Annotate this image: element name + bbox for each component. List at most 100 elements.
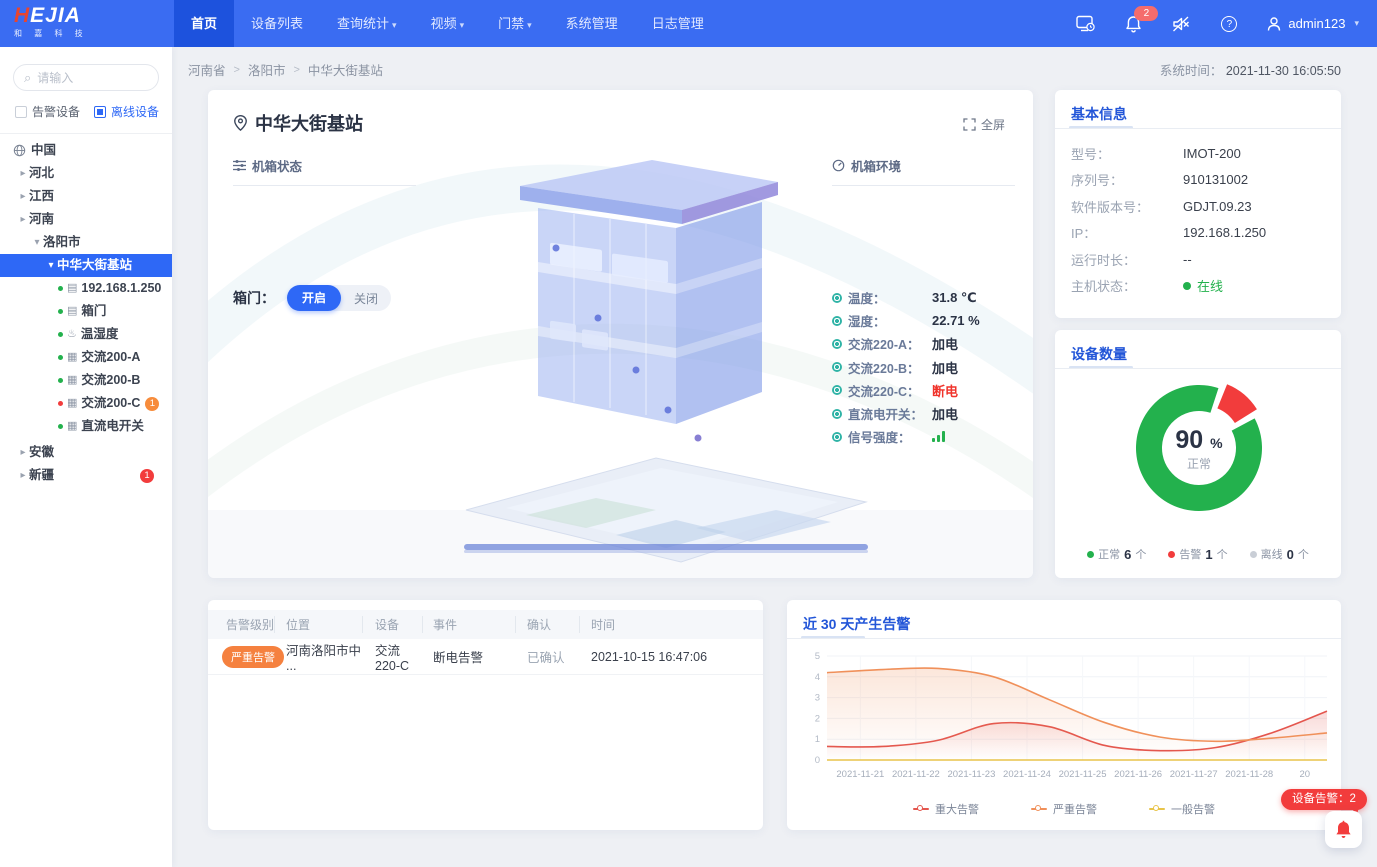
info-row-host-status: 主机状态：在线 xyxy=(1071,273,1325,300)
status-dot-alarm xyxy=(58,401,63,406)
svg-text:2021-11-25: 2021-11-25 xyxy=(1059,769,1107,780)
user-menu[interactable]: admin123 ▾ xyxy=(1266,16,1359,32)
breadcrumb-station[interactable]: 中华大街基站 xyxy=(308,60,383,79)
device-count-title: 设备数量 xyxy=(1071,344,1127,364)
thermometer-icon: ♨ xyxy=(67,323,77,346)
divider xyxy=(233,185,416,186)
menu-item-device-list[interactable]: 设备列表 xyxy=(234,0,320,47)
tree-node-ac200-a[interactable]: ▦交流200-A xyxy=(0,346,172,369)
station-title: 中华大街基站 xyxy=(255,110,363,136)
svg-text:2021-11-28: 2021-11-28 xyxy=(1225,769,1273,780)
env-row-ac220-a: 交流220-A：加电 xyxy=(832,332,1022,355)
line-chart-legend: 重大告警 严重告警 一般告警 xyxy=(787,801,1341,817)
tree-node-temp-humidity[interactable]: ♨温湿度 xyxy=(0,323,172,346)
menu-item-access[interactable]: 门禁▾ xyxy=(481,0,549,47)
username: admin123 xyxy=(1288,16,1345,31)
col-level: 告警级别 xyxy=(208,616,274,633)
tree-node-station-selected[interactable]: ▾中华大街基站 xyxy=(0,254,172,277)
device-count-card: 设备数量 90 % 正常 正常6个 告警1个 离线0个 xyxy=(1055,330,1341,578)
sidebar-search[interactable]: ⌕ xyxy=(13,64,159,91)
door-control-row: 箱门： 开启 关闭 xyxy=(233,285,391,311)
breadcrumb-separator: > xyxy=(293,64,299,76)
chevron-right-icon: ▸ xyxy=(17,441,29,464)
svg-text:0: 0 xyxy=(815,755,820,766)
legend-offline: 离线0个 xyxy=(1250,546,1309,562)
alarm-table-header: 告警级别 位置 设备 事件 确认 时间 xyxy=(208,610,763,639)
checkbox-unchecked[interactable] xyxy=(15,106,27,118)
legend-general-alarm[interactable]: 一般告警 xyxy=(1149,801,1215,817)
tree-node-xinjiang[interactable]: ▸新疆1 xyxy=(0,464,172,487)
main-menu: 首页 设备列表 查询统计▾ 视频▾ 门禁▾ 系统管理 日志管理 xyxy=(174,0,721,47)
tree-node-jiangxi[interactable]: ▸江西 xyxy=(0,185,172,208)
tree-node-henan[interactable]: ▸河南 xyxy=(0,208,172,231)
checkbox-checked[interactable] xyxy=(94,106,106,118)
breadcrumb-city[interactable]: 洛阳市 xyxy=(248,60,286,79)
tree-node-dc-switch[interactable]: ▦直流电开关 xyxy=(0,415,172,438)
monitor-icon[interactable] xyxy=(1074,13,1096,35)
bullet-icon xyxy=(832,409,842,419)
mute-icon[interactable] xyxy=(1170,13,1192,35)
tree-node-ac200-b[interactable]: ▦交流200-B xyxy=(0,369,172,392)
door-toggle[interactable]: 开启 关闭 xyxy=(287,285,391,311)
tree-node-china[interactable]: 中国 xyxy=(0,139,172,162)
tree-node-ac200-c[interactable]: ▦交流200-C1 xyxy=(0,392,172,415)
station-overview-card: 中华大街基站 全屏 机箱状态 箱门： 开启 关闭 机箱环境 温度：31.8 ℃ … xyxy=(208,90,1033,578)
chevron-down-icon: ▾ xyxy=(392,20,397,30)
menu-item-logs[interactable]: 日志管理 xyxy=(635,0,721,47)
divider xyxy=(787,638,1341,639)
device-tree-sidebar: ⌕ 告警设备 离线设备 中国 ▸河北 ▸江西 ▸河南 ▾洛阳市 ▾中华大街基站 xyxy=(0,47,172,867)
cell-event: 断电告警 xyxy=(422,647,515,666)
legend-dot xyxy=(1250,551,1257,558)
chevron-right-icon: ▸ xyxy=(17,464,29,487)
filter-offline-devices[interactable]: 离线设备 xyxy=(94,103,159,120)
alarm-chart-card: 近 30 天产生告警 0123452021-11-212021-11-22202… xyxy=(787,600,1341,830)
alarm-count-badge: 1 xyxy=(145,397,159,411)
tree-node-host-ip[interactable]: ▤192.168.1.250 xyxy=(0,277,172,300)
svg-text:2021-11-22: 2021-11-22 xyxy=(892,769,940,780)
status-dot-online xyxy=(58,332,63,337)
tree-node-luoyang[interactable]: ▾洛阳市 xyxy=(0,231,172,254)
menu-item-video[interactable]: 视频▾ xyxy=(414,0,482,47)
chevron-down-icon: ▸ xyxy=(17,208,29,231)
env-row-dc-switch: 直流电开关：加电 xyxy=(832,402,1022,425)
dashboard-page: HEJIA 和 嘉 科 技 首页 设备列表 查询统计▾ 视频▾ 门禁▾ 系统管理… xyxy=(0,0,1377,867)
env-row-ac220-b: 交流220-B：加电 xyxy=(832,356,1022,379)
help-icon[interactable]: ? xyxy=(1218,13,1240,35)
alarm-count-badge: 1 xyxy=(140,469,154,483)
door-label: 箱门： xyxy=(233,288,275,308)
toggle-off-option[interactable]: 关闭 xyxy=(341,290,391,307)
notification-badge: 2 xyxy=(1134,6,1158,21)
breadcrumb-province[interactable]: 河南省 xyxy=(188,60,226,79)
tree-node-door[interactable]: ▤箱门 xyxy=(0,300,172,323)
menu-item-system[interactable]: 系统管理 xyxy=(549,0,635,47)
filter-alarm-devices[interactable]: 告警设备 xyxy=(15,103,80,120)
env-row-signal: 信号强度： xyxy=(832,425,1022,448)
meter-icon: ▦ xyxy=(67,346,77,369)
cell-device: 交流 220-C xyxy=(362,640,422,673)
alarm-table-row[interactable]: 严重告警 河南洛阳市中 ... 交流 220-C 断电告警 已确认 2021-1… xyxy=(208,639,763,675)
menu-item-query-stats[interactable]: 查询统计▾ xyxy=(320,0,414,47)
notification-bell-icon[interactable]: 2 xyxy=(1122,13,1144,35)
alarm-bell-button[interactable] xyxy=(1325,811,1362,848)
legend-severe-alarm[interactable]: 严重告警 xyxy=(1031,801,1097,817)
signal-strength-icon xyxy=(932,431,945,442)
host-icon: ▤ xyxy=(67,277,77,300)
status-dot-online xyxy=(58,355,63,360)
navbar-actions: 2 ? admin123 ▾ xyxy=(1074,0,1359,47)
legend-major-alarm[interactable]: 重大告警 xyxy=(913,801,979,817)
tree-node-hebei[interactable]: ▸河北 xyxy=(0,162,172,185)
basic-info-title: 基本信息 xyxy=(1071,104,1127,124)
tree-node-anhui[interactable]: ▸安徽 xyxy=(0,441,172,464)
device-alarm-toast[interactable]: 设备告警：2 xyxy=(1281,789,1367,810)
app-logo: HEJIA 和 嘉 科 技 xyxy=(14,5,164,39)
search-icon: ⌕ xyxy=(24,70,31,86)
toggle-on-option[interactable]: 开启 xyxy=(287,285,341,311)
env-row-temperature: 温度：31.8 ℃ xyxy=(832,286,1022,309)
donut-legend: 正常6个 告警1个 离线0个 xyxy=(1055,546,1341,562)
status-dot-online xyxy=(58,309,63,314)
svg-text:2021-11-27: 2021-11-27 xyxy=(1170,769,1218,780)
door-icon: ▤ xyxy=(67,300,77,323)
menu-item-home[interactable]: 首页 xyxy=(174,0,234,47)
search-input[interactable] xyxy=(37,71,137,85)
fullscreen-button[interactable]: 全屏 xyxy=(963,116,1005,133)
